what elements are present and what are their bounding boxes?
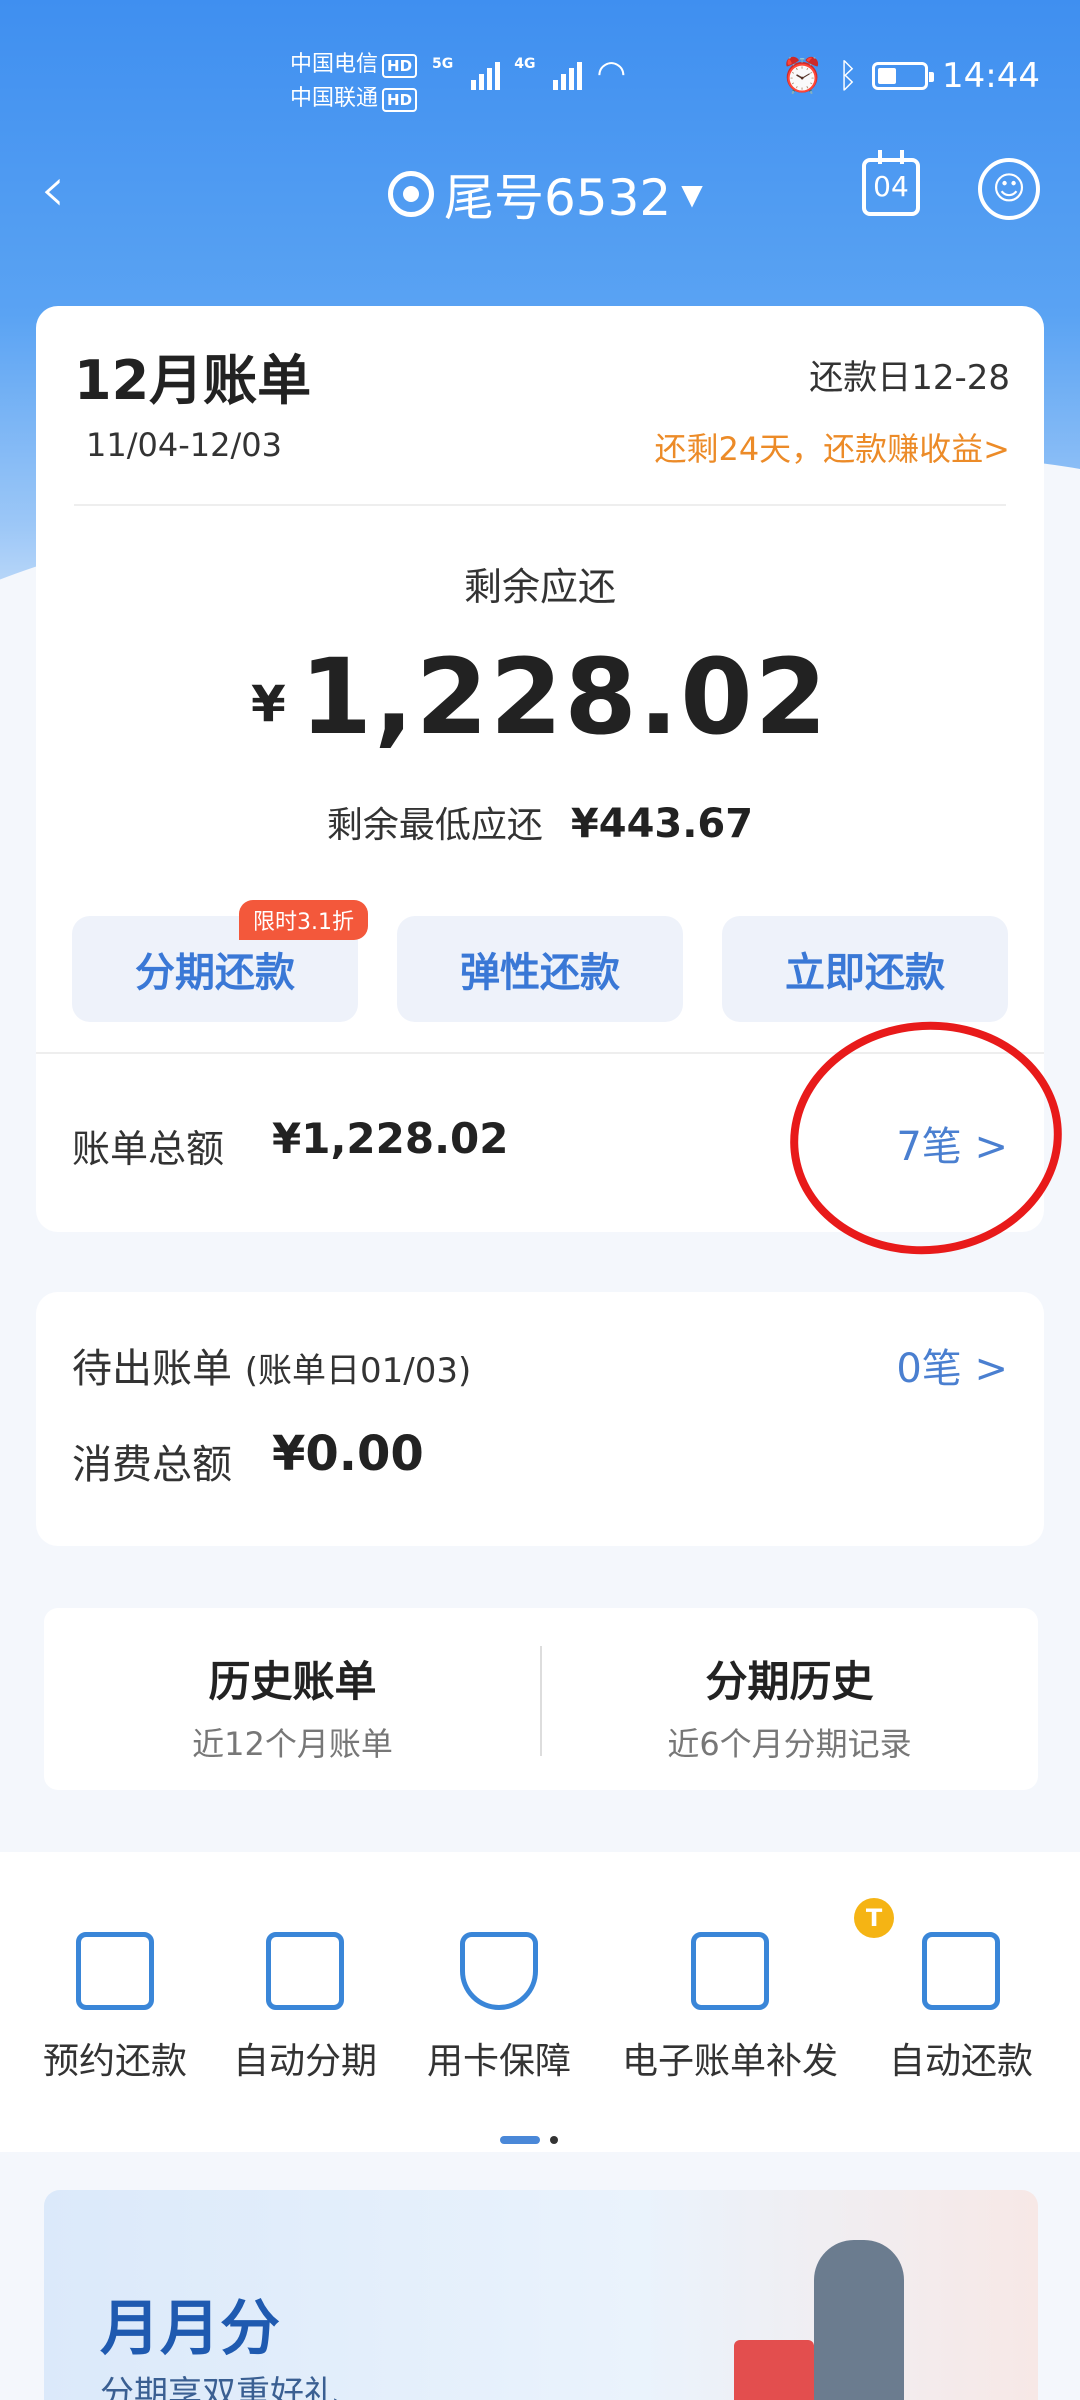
minimum-payment-row: 剩余最低应还 ¥443.67	[36, 796, 1044, 848]
alarm-icon: ⏰	[781, 56, 824, 96]
carrier-unicom: 中国联通	[290, 86, 379, 111]
carrier-info: 中国电信 HD 中国联通 HD	[290, 48, 418, 116]
back-button[interactable]: ‹	[40, 158, 66, 222]
calendar-icon	[76, 1932, 154, 2010]
history-card: 历史账单 近12个月账单 分期历史 近6个月分期记录	[44, 1608, 1038, 1790]
carrier-telecom: 中国电信	[290, 52, 379, 77]
bank-logo-icon	[388, 171, 434, 217]
min-amount: ¥443.67	[570, 801, 754, 847]
signal-indicators: 5G 4G ◠	[432, 56, 626, 90]
page-indicator	[500, 2136, 558, 2144]
due-date: 还款日12-28	[809, 358, 1010, 398]
service-card-protection[interactable]: 用卡保障	[424, 1932, 574, 2084]
service-label: 自动还款	[888, 2041, 1033, 2082]
top-nav: ‹ 尾号6532 ▼ 04 ☺	[0, 140, 1080, 240]
signal-bars-icon	[553, 62, 583, 90]
battery-icon	[872, 62, 935, 90]
banner-subtitle: 分期享双重好礼	[100, 2374, 338, 2400]
flexible-repay-label: 弹性还款	[460, 950, 620, 996]
service-auto-repay[interactable]: 自动还款	[886, 1932, 1036, 2084]
card-repeat-icon	[922, 1932, 1000, 2010]
pending-title: 待出账单	[72, 1346, 232, 1392]
bill-period: 11/04-12/03	[86, 426, 282, 464]
repay-promo-link[interactable]: 还剩24天，还款赚收益>	[654, 424, 1010, 470]
gift-box-image	[734, 2340, 814, 2400]
service-label: 预约还款	[42, 2041, 187, 2082]
hd-badge: HD	[382, 54, 418, 78]
card-clock-icon	[266, 1932, 344, 2010]
service-auto-installment[interactable]: 自动分期	[230, 1932, 380, 2084]
promo-banner[interactable]: 月月分 分期享双重好礼	[44, 2190, 1038, 2400]
hd-badge: HD	[382, 88, 418, 112]
pending-bill-card[interactable]: 待出账单 (账单日01/03) 0笔 > 消费总额 ¥0.00	[36, 1292, 1044, 1546]
service-label: 用卡保障	[426, 2041, 571, 2082]
repay-now-button[interactable]: 立即还款	[722, 916, 1008, 1022]
caret-down-icon: ▼	[681, 177, 703, 211]
status-right: ⏰ ᛒ 14:44	[781, 56, 1040, 96]
consumption-label: 消费总额	[72, 1442, 232, 1488]
remaining-amount: ¥1,228.02	[36, 636, 1044, 758]
calendar-button[interactable]: 04	[862, 150, 920, 216]
watermark-logo: T	[854, 1898, 894, 1938]
card-selector[interactable]: 尾号6532 ▼	[388, 158, 703, 230]
watermark-badge-icon: T	[854, 1898, 894, 1938]
remaining-label: 剩余应还	[463, 565, 616, 609]
installment-history-subtitle: 近6个月分期记录	[667, 1725, 912, 1763]
divider	[540, 1646, 542, 1756]
pending-label: 待出账单 (账单日01/03)	[72, 1336, 471, 1394]
history-bills-entry[interactable]: 历史账单 近12个月账单	[44, 1608, 541, 1790]
page-dot	[550, 2136, 558, 2144]
currency-symbol: ¥	[251, 675, 286, 733]
headset-icon: ☺	[992, 169, 1026, 207]
installment-history-title: 分期历史	[705, 1657, 874, 1706]
service-grid: 预约还款 自动分期 用卡保障 电子账单补发 自动还款 T	[0, 1852, 1080, 2152]
total-label: 账单总额	[72, 1127, 225, 1171]
repay-now-label: 立即还款	[785, 950, 945, 996]
pending-count-link[interactable]: 0笔 >	[896, 1336, 1008, 1394]
card-name: 尾号6532	[444, 169, 672, 227]
chevron-left-icon: ‹	[40, 153, 66, 227]
bill-day: (账单日01/03)	[244, 1351, 472, 1391]
history-bills-subtitle: 近12个月账单	[192, 1725, 393, 1763]
speaker-image	[814, 2240, 904, 2400]
flexible-repay-button[interactable]: 弹性还款	[397, 916, 683, 1022]
service-label: 自动分期	[232, 2041, 377, 2082]
remaining-amount-value: 1,228.02	[299, 636, 829, 758]
history-bills-title: 历史账单	[208, 1657, 377, 1706]
total-amount: ¥1,228.02	[272, 1114, 509, 1163]
document-icon	[691, 1932, 769, 2010]
divider	[74, 504, 1006, 506]
installment-label: 分期还款	[135, 950, 295, 996]
service-scheduled-repay[interactable]: 预约还款	[40, 1932, 190, 2084]
network-4g-label: 4G	[514, 56, 536, 72]
min-label: 剩余最低应还	[326, 805, 543, 846]
clock-time: 14:44	[942, 56, 1040, 96]
page-dot-active	[500, 2136, 540, 2144]
network-5g-label: 5G	[432, 56, 454, 72]
calendar-day: 04	[873, 170, 909, 203]
customer-service-button[interactable]: ☺	[978, 158, 1040, 220]
installment-button[interactable]: 分期还款 限时3.1折	[72, 900, 368, 1022]
shield-check-icon	[460, 1932, 538, 2010]
service-label: 电子账单补发	[621, 2041, 838, 2082]
action-buttons: 分期还款 限时3.1折 弹性还款 立即还款	[72, 900, 1008, 1022]
service-ebill-resend[interactable]: 电子账单补发	[620, 1932, 840, 2084]
status-bar: 中国电信 HD 中国联通 HD 5G 4G ◠ ⏰ ᛒ 14:44	[0, 0, 1080, 150]
bill-title: 12月账单	[74, 349, 312, 412]
bluetooth-icon: ᛒ	[837, 56, 859, 96]
wifi-icon: ◠	[596, 53, 627, 93]
banner-title: 月月分	[100, 2294, 280, 2364]
signal-bars-icon	[471, 62, 501, 90]
installment-history-entry[interactable]: 分期历史 近6个月分期记录	[541, 1608, 1038, 1790]
discount-badge: 限时3.1折	[239, 900, 368, 940]
consumption-amount: ¥0.00	[272, 1426, 424, 1482]
